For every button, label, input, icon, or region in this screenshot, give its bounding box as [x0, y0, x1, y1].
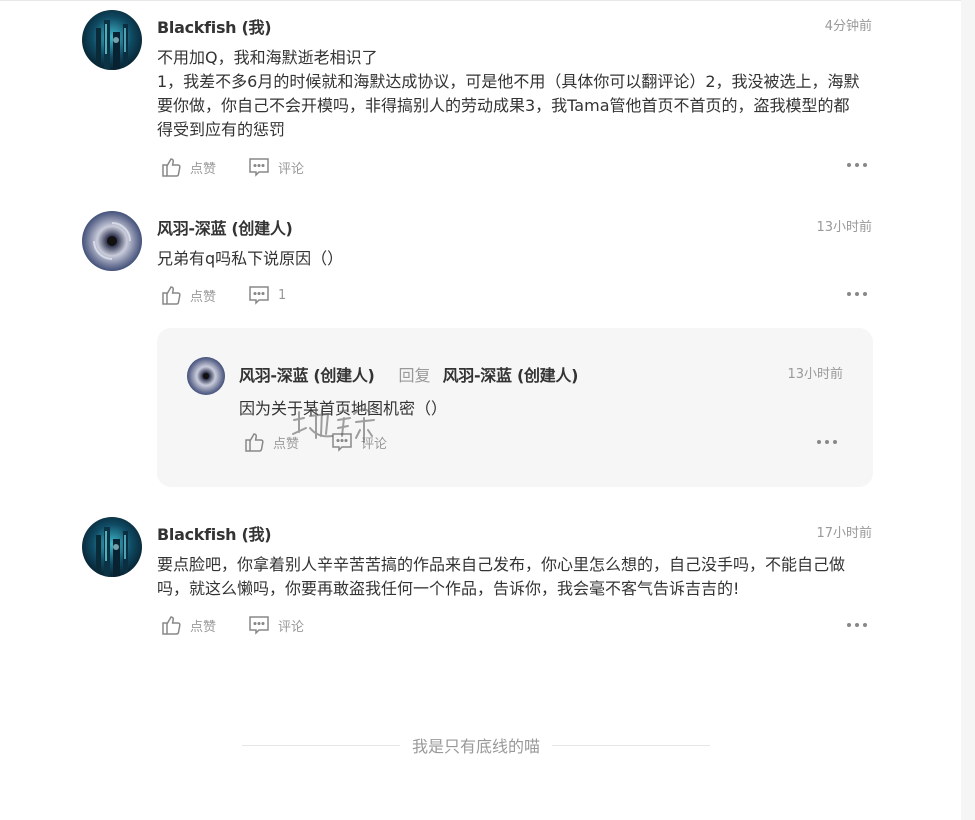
- comment-actions: 点赞 1: [160, 284, 318, 306]
- comment-icon: [249, 286, 269, 305]
- reply-actions: 点赞 评论: [243, 431, 419, 453]
- comment-button[interactable]: 1: [248, 284, 286, 306]
- comment-time: 4分钟前: [824, 19, 872, 34]
- thumbs-up-icon: [245, 433, 264, 452]
- footer-divider-left: [242, 744, 400, 746]
- comment-line: 1，我差不多6月的时候就和海默达成协议，可是他不用（具体你可以翻评论）2，我没被…: [157, 72, 860, 139]
- more-options-icon[interactable]: [817, 439, 837, 445]
- comment-actions: 点赞 评论: [160, 156, 336, 178]
- reply-time: 13小时前: [787, 367, 843, 382]
- footer-divider-right: [552, 744, 711, 746]
- like-label: 点赞: [190, 161, 217, 177]
- more-options-icon[interactable]: [847, 162, 867, 168]
- like-button[interactable]: 点赞: [160, 614, 216, 636]
- like-button[interactable]: 点赞: [243, 431, 299, 453]
- comment-button[interactable]: 评论: [248, 614, 304, 636]
- comment-text: 要点脸吧，你拿着别人辛辛苦苦搞的作品来自己发布，你心里怎么想的，自己没手吗，不能…: [157, 553, 862, 601]
- comment-text: 不用加Q，我和海默逝老相识了 1，我差不多6月的时候就和海默达成协议，可是他不用…: [157, 46, 862, 142]
- comment-author[interactable]: 风羽-深蓝 (创建人): [157, 215, 293, 239]
- scrollbar-track[interactable]: [961, 0, 975, 820]
- comment-text: 兄弟有q吗私下说原因（）: [157, 247, 862, 271]
- thumbs-up-icon: [162, 616, 181, 635]
- like-label: 点赞: [190, 289, 217, 305]
- comment-time: 13小时前: [816, 220, 872, 235]
- avatar-blackfish[interactable]: [82, 517, 142, 577]
- comment-button[interactable]: 评论: [248, 156, 304, 178]
- comment-label: 评论: [361, 436, 388, 452]
- more-options-icon[interactable]: [847, 291, 867, 297]
- more-options-icon[interactable]: [847, 622, 867, 628]
- comment-author[interactable]: Blackfish (我): [157, 14, 272, 38]
- reply-word: 回复: [398, 366, 431, 385]
- thumbs-up-icon: [162, 158, 181, 177]
- reply-author[interactable]: 风羽-深蓝 (创建人): [239, 362, 375, 386]
- reply-thread: 风羽-深蓝 (创建人) 回复 风羽-深蓝 (创建人) 13小时前 因为关于某首页…: [157, 328, 873, 487]
- comment-item: Blackfish (我) 17小时前 要点脸吧，你拿着别人辛辛苦苦搞的作品来自…: [0, 512, 961, 642]
- comment-author[interactable]: Blackfish (我): [157, 521, 272, 545]
- comment-time: 17小时前: [816, 526, 872, 541]
- comment-button[interactable]: 评论: [331, 431, 387, 453]
- like-label: 点赞: [190, 619, 217, 635]
- like-button[interactable]: 点赞: [160, 156, 216, 178]
- reply-target[interactable]: 风羽-深蓝 (创建人): [443, 362, 579, 386]
- comment-line: 要点脸吧，你拿着别人辛辛苦苦搞的作品来自己发布，你心里怎么想的，自己没手吗，不能…: [157, 555, 846, 598]
- comment-line: 不用加Q，我和海默逝老相识了: [157, 48, 378, 67]
- footer-text: 我是只有底线的喵: [412, 737, 541, 756]
- comment-label: 评论: [278, 161, 305, 177]
- thumbs-up-icon: [162, 286, 181, 305]
- comment-label: 评论: [278, 619, 305, 635]
- comment-actions: 点赞 评论: [160, 614, 336, 636]
- like-button[interactable]: 点赞: [160, 284, 216, 306]
- reply-header: 风羽-深蓝 (创建人) 回复 风羽-深蓝 (创建人): [239, 362, 578, 386]
- like-label: 点赞: [273, 436, 300, 452]
- comment-item: 风羽-深蓝 (创建人) 13小时前 兄弟有q吗私下说原因（） 点赞 1: [0, 205, 961, 315]
- avatar-fengyu-reply[interactable]: [187, 357, 225, 395]
- comment-item: Blackfish (我) 4分钟前 不用加Q，我和海默逝老相识了 1，我差不多…: [0, 0, 961, 190]
- comment-line: 兄弟有q吗私下说原因（）: [157, 249, 344, 268]
- comment-count: 1: [278, 287, 287, 303]
- avatar-fengyu[interactable]: [82, 211, 142, 271]
- comment-icon: [332, 433, 352, 452]
- end-of-list-footer: 我是只有底线的喵: [242, 734, 711, 756]
- reply-text: 因为关于某首页地图机密（）: [239, 399, 448, 418]
- comment-icon: [249, 616, 269, 635]
- comment-icon: [249, 158, 269, 177]
- avatar-blackfish[interactable]: [82, 10, 142, 70]
